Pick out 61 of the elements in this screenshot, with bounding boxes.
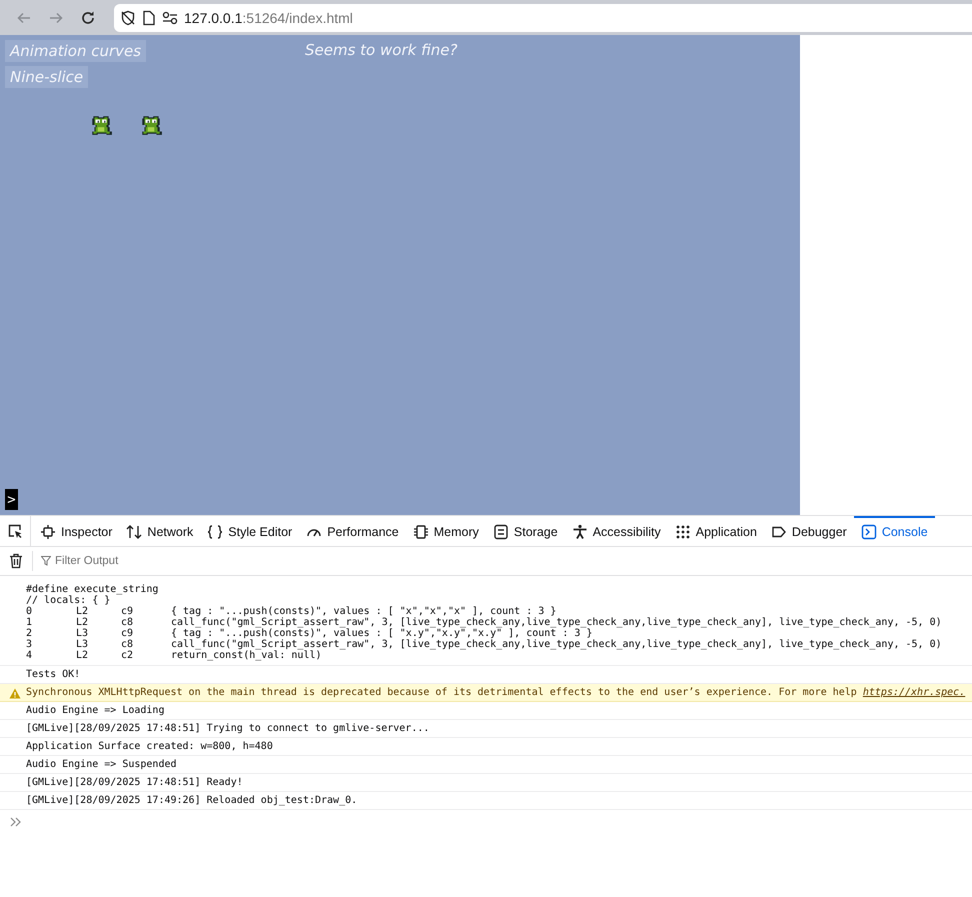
bytecode-cell-text: c2	[121, 650, 134, 661]
console-message: [GMLive][28/09/2025 17:49:26] Reloaded obj_test:Draw_0.	[0, 792, 972, 810]
status-message: Seems to work fine?	[305, 41, 458, 59]
devtools-tab[interactable]: Application	[668, 516, 764, 546]
box-icon	[40, 524, 56, 540]
up-down-arrows-icon	[126, 524, 142, 540]
trash-icon[interactable]	[9, 553, 23, 569]
devtools-tab[interactable]: Memory	[406, 516, 486, 546]
bytecode-cell-text: L2	[76, 617, 90, 628]
address-bar[interactable]: 127.0.0.1:51264/index.html	[114, 4, 972, 32]
bytecode-cell-text: 1	[26, 617, 34, 628]
console-log-line: // locals: { }	[26, 595, 112, 606]
bytecode-cell-text: c8	[121, 639, 134, 650]
bytecode-cell: { tag : "...push(consts)", values : [ "x.y","x.y","x.y" ], count : 3 }	[171, 628, 592, 639]
storage-icon	[492, 524, 509, 540]
bytecode-cell-text: c9	[121, 628, 134, 639]
spec-link[interactable]: https://xhr.spec.	[862, 687, 966, 698]
bytecode-cell-text: c9	[121, 606, 134, 617]
bytecode-cell-text: 0	[26, 606, 34, 617]
devtools-tab[interactable]: Debugger	[764, 516, 854, 546]
bytecode-cell-text: 4	[26, 650, 34, 661]
console-message: [GMLive][28/09/2025 17:48:51] Trying to connect to gmlive-server...	[0, 720, 972, 738]
devtools-tab[interactable]: Accessibility	[564, 516, 668, 546]
filter-icon	[41, 556, 51, 566]
console-message: [GMLive][28/09/2025 17:48:51] Ready!	[0, 774, 972, 792]
warning-icon	[9, 688, 21, 699]
devtools-tab[interactable]: Inspector	[33, 516, 120, 546]
bytecode-cell-text: 2	[26, 628, 34, 639]
grid-icon	[674, 524, 691, 540]
bytecode-cell-text: L2	[76, 650, 90, 661]
console-icon	[860, 524, 877, 540]
element-picker-icon[interactable]	[7, 523, 23, 539]
tag-icon	[770, 524, 787, 540]
bytecode-cell-text: L3	[76, 639, 90, 650]
console-message: Audio Engine => Suspended	[0, 756, 972, 774]
devtools-tab[interactable]: Style Editor	[200, 516, 300, 546]
bytecode-cell: return_const(h_val: null)	[171, 650, 322, 661]
devtools-tab[interactable]: Storage	[486, 516, 565, 546]
warning-text: Synchronous XMLHttpRequest on the main thread is deprecated because of its detrimental effects to the end user’s experience. For more help	[26, 687, 858, 698]
url-text: 127.0.0.1:51264/index.html	[184, 10, 353, 26]
devtools-tab[interactable]: Performance	[299, 516, 406, 546]
bytecode-cell-text: L2	[76, 606, 90, 617]
bytecode-cell: call_func("gml_Script_assert_raw", 3, [live_type_check_any,live_type_check_any,live_type_check_any], live_type_check_any, -5, 0)	[171, 639, 942, 650]
console-log-line: #define execute_string	[26, 584, 160, 595]
accessibility-icon	[572, 524, 588, 540]
console-message: Audio Engine => Loading	[0, 702, 972, 720]
console-prompt[interactable]: >	[5, 489, 18, 510]
bytecode-cell: call_func("gml_Script_assert_raw", 3, [live_type_check_any,live_type_check_any,live_type_check_any], live_type_check_any, -5, 0)	[171, 617, 942, 628]
chip-icon	[412, 524, 429, 540]
bytecode-cell: { tag : "...push(consts)", values : [ "x","x","x" ], count : 3 }	[171, 606, 556, 617]
braces-icon	[207, 524, 224, 540]
chevrons-icon[interactable]	[10, 817, 22, 827]
console-message: Application Surface created: w=800, h=480	[0, 738, 972, 756]
reload-icon	[80, 10, 96, 26]
page-icon	[142, 10, 156, 26]
bytecode-cell-text: L3	[76, 628, 90, 639]
bytecode-cell-text: 3	[26, 639, 34, 650]
permissions-icon	[162, 10, 178, 24]
bytecode-cell-text: c8	[121, 617, 134, 628]
devtools-tab[interactable]: Network	[119, 516, 200, 546]
shield-icon	[120, 10, 136, 26]
